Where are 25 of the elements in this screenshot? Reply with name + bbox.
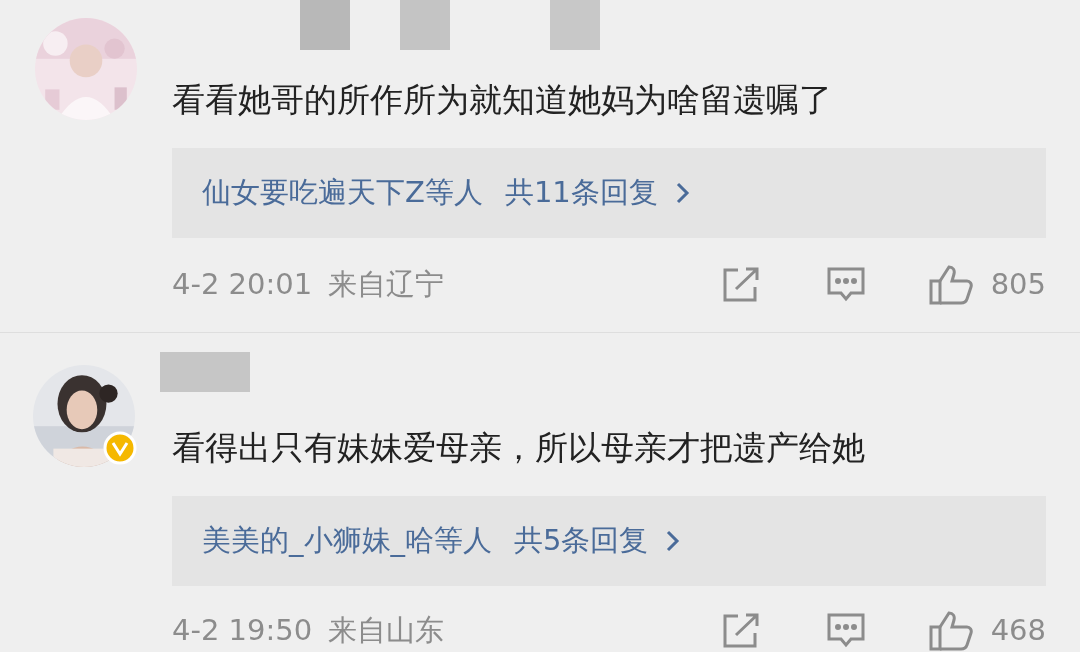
reply-names: 仙女要吃遍天下Z等人 [202, 174, 483, 212]
comment-icon[interactable] [826, 613, 865, 649]
timestamp: 4-2 19:50 [172, 612, 313, 650]
share-icon[interactable] [721, 267, 760, 303]
reply-count: 共5条回复 [514, 522, 649, 560]
chevron-right-icon [666, 530, 681, 552]
location: 来自辽宁 [328, 266, 445, 304]
comment-text: 看看她哥的所作所为就知道她妈为啥留遗嘱了 [172, 79, 833, 121]
reply-preview-panel[interactable]: 仙女要吃遍天下Z等人 共11条回复 [172, 148, 1046, 238]
share-icon[interactable] [721, 613, 760, 649]
timestamp: 4-2 20:01 [172, 266, 313, 304]
redaction-block [300, 0, 350, 50]
reply-count: 共11条回复 [504, 174, 658, 212]
chevron-right-icon [675, 182, 690, 204]
location: 来自山东 [328, 612, 445, 650]
comment-text: 看得出只有妹妹爱母亲，所以母亲才把遗产给她 [172, 427, 866, 469]
like-count: 468 [990, 612, 1046, 650]
comment-icon[interactable] [826, 267, 865, 303]
reply-names: 美美的_小狮妹_哈等人 [202, 522, 492, 560]
like-count: 805 [990, 266, 1046, 304]
thumbs-up-icon[interactable] [928, 611, 973, 651]
redaction-block [400, 0, 450, 50]
redaction-block [550, 0, 600, 50]
thumbs-up-icon[interactable] [928, 265, 973, 305]
reply-preview-panel[interactable]: 美美的_小狮妹_哈等人 共5条回复 [172, 496, 1046, 586]
